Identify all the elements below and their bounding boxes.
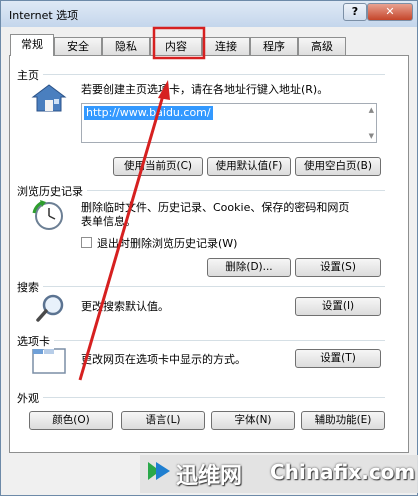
close-button[interactable]: ✕ [367, 3, 413, 21]
fonts-button[interactable]: 字体(N) [211, 411, 295, 430]
scroll-down-icon[interactable]: ▼ [369, 132, 374, 140]
tabs-separator [17, 340, 385, 341]
tabs-description: 更改网页在选项卡中显示的方式。 [81, 353, 246, 366]
home-url-text: http://www.baidu.com/ [84, 106, 213, 120]
tabbed-windows-icon [32, 348, 66, 374]
home-description: 若要创建主页选项卡，请在各地址行键入地址(R)。 [81, 83, 329, 96]
internet-options-dialog: Internet 选项 ? ✕ 常规 安全 隐私 内容 连接 程序 高级 主页 … [0, 0, 418, 496]
delete-button[interactable]: 删除(D)... [207, 258, 291, 277]
tabs-settings-button[interactable]: 设置(T) [295, 349, 381, 368]
home-section-title: 主页 [17, 67, 43, 83]
tab-advanced[interactable]: 高级 [298, 37, 346, 55]
tab-content[interactable]: 内容 [150, 37, 202, 55]
magnifier-icon [36, 294, 64, 322]
use-current-button[interactable]: 使用当前页(C) [113, 157, 203, 176]
tabs-section-title: 选项卡 [17, 333, 54, 349]
appearance-separator [17, 397, 385, 398]
site-logo-icon [148, 462, 170, 480]
accessibility-button[interactable]: 辅助功能(E) [301, 411, 385, 430]
search-description: 更改搜索默认值。 [81, 300, 169, 313]
tab-privacy[interactable]: 隐私 [102, 37, 150, 55]
clock-with-green-arrow-icon [32, 200, 63, 230]
history-description-line1: 删除临时文件、历史记录、Cookie、保存的密码和网页 [81, 201, 350, 214]
use-default-button[interactable]: 使用默认值(F) [207, 157, 291, 176]
history-settings-button[interactable]: 设置(S) [295, 258, 381, 277]
colors-button[interactable]: 颜色(O) [29, 411, 113, 430]
delete-on-exit-label: 退出时删除浏览历史记录(W) [97, 237, 238, 250]
tab-general[interactable]: 常规 [10, 34, 54, 56]
home-url-input[interactable]: http://www.baidu.com/ ▲ ▼ [81, 103, 377, 143]
history-description-line2: 表单信息。 [81, 215, 136, 228]
help-button[interactable]: ? [343, 3, 367, 21]
house-icon [31, 84, 67, 112]
tab-connections[interactable]: 连接 [202, 37, 250, 55]
tab-security[interactable]: 安全 [54, 37, 102, 55]
languages-button[interactable]: 语言(L) [121, 411, 205, 430]
search-separator [17, 286, 385, 287]
title-bar: Internet 选项 ? ✕ [1, 1, 417, 27]
history-section-title: 浏览历史记录 [17, 183, 87, 199]
window-title: Internet 选项 [9, 9, 79, 22]
search-section-title: 搜索 [17, 279, 43, 295]
watermark-cn: 迅维网 [176, 464, 243, 489]
tab-programs[interactable]: 程序 [250, 37, 298, 55]
home-separator [17, 74, 385, 75]
appearance-section-title: 外观 [17, 390, 43, 406]
search-settings-button[interactable]: 设置(I) [295, 297, 381, 316]
watermark-en: Chinafix.com [270, 460, 416, 484]
delete-on-exit-checkbox[interactable] [81, 237, 92, 248]
use-blank-button[interactable]: 使用空白页(B) [295, 157, 381, 176]
scroll-up-icon[interactable]: ▲ [369, 106, 374, 114]
